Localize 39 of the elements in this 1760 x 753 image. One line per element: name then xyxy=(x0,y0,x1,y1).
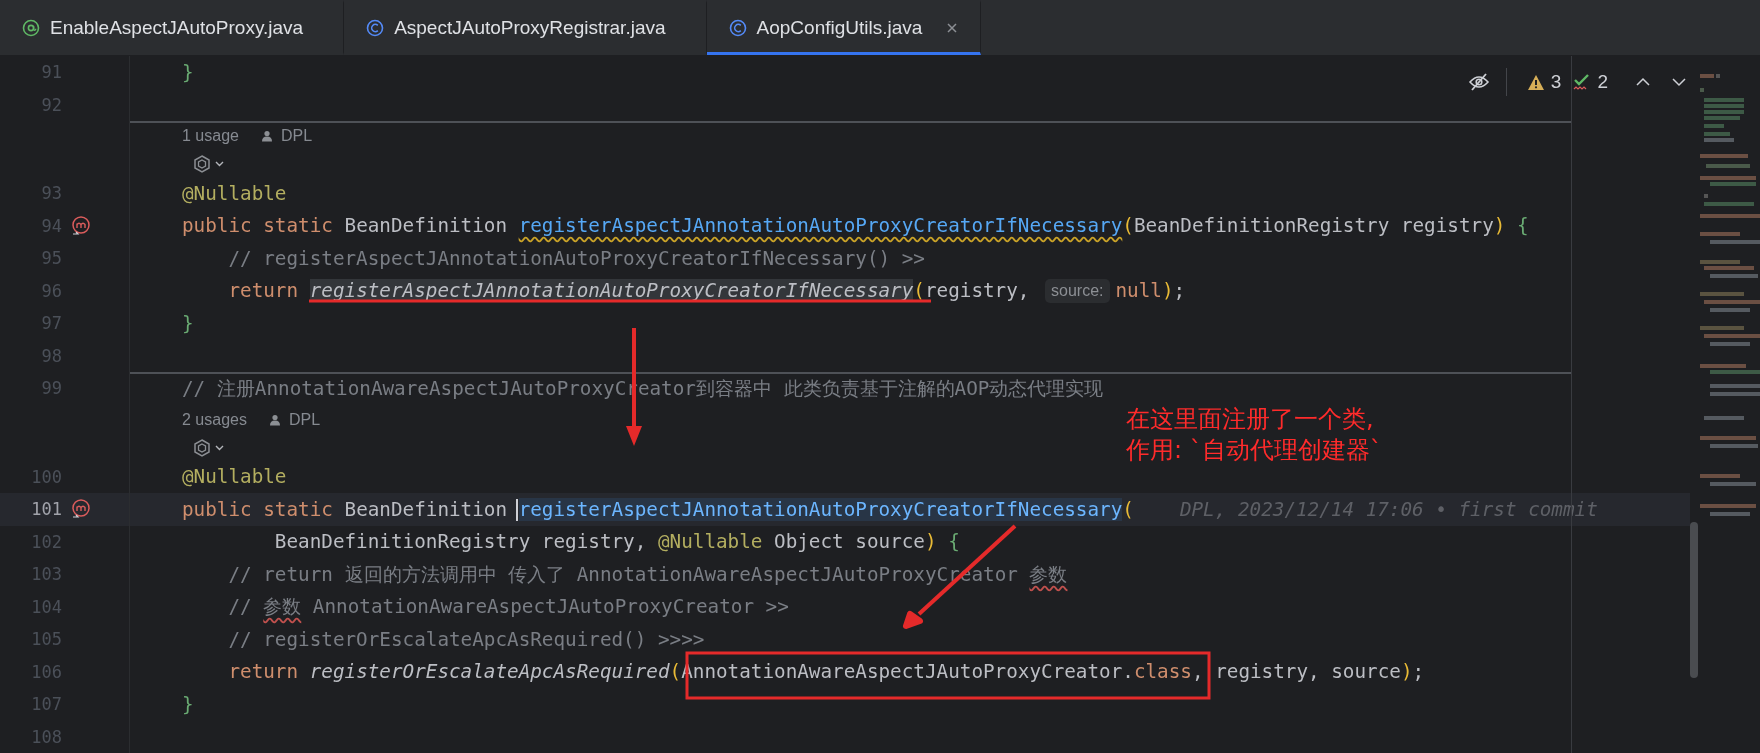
editor-tab[interactable]: EnableAspectJAutoProxy.java xyxy=(0,0,345,55)
author-name[interactable]: DPL xyxy=(280,127,313,145)
author-name[interactable]: DPL xyxy=(288,410,321,429)
code-line: // 参数 AnnotationAwareAspectJAutoProxyCreator >> xyxy=(227,594,789,621)
code-line: null); xyxy=(1115,279,1186,303)
warning-count[interactable]: 3 xyxy=(1550,71,1562,93)
code-line: } xyxy=(182,60,194,84)
code-line: @Nullable xyxy=(182,181,287,205)
previous-highlight-icon[interactable] xyxy=(1636,77,1650,87)
usages-link[interactable]: 2 usages xyxy=(182,410,247,429)
code-line: } xyxy=(182,692,194,716)
code-line: BeanDefinitionRegistry registry, @Nullable Object source) { xyxy=(273,530,960,554)
annotation-type-icon xyxy=(22,18,40,37)
class-icon xyxy=(728,18,747,37)
editor-tab[interactable]: AspectJAutoProxyRegistrar.java xyxy=(344,0,707,55)
close-icon[interactable] xyxy=(946,21,959,34)
method-marker-icon[interactable] xyxy=(70,214,92,237)
hidden-eye-icon[interactable] xyxy=(1467,73,1490,91)
next-highlight-icon[interactable] xyxy=(1672,77,1686,87)
code-line: // registerAspectJAnnotationAutoProxyCreatorIfNecessary() >> xyxy=(227,246,925,270)
code-line: @Nullable xyxy=(182,465,287,489)
line-number: 101 xyxy=(30,499,62,520)
editor-tab[interactable]: AopConfigUtils.java xyxy=(706,0,982,55)
author-icon xyxy=(268,413,281,426)
code-line: } xyxy=(182,311,194,335)
parameter-hint: source: xyxy=(1045,278,1110,303)
scrollbar-thumb[interactable] xyxy=(1690,522,1698,678)
code-line: // registerOrEscalateApcAsRequired() >>>> xyxy=(227,627,705,651)
warning-icon[interactable] xyxy=(1526,73,1545,91)
method-marker-icon[interactable] xyxy=(70,498,92,521)
typo-count[interactable]: 2 xyxy=(1597,71,1608,93)
code-line: public static BeanDefinition registerAspectJAnnotationAutoProxyCreatorIfNecessary( xyxy=(182,497,1134,521)
author-icon xyxy=(260,130,273,142)
annotation-note: 在这里面注册了一个类, 作用: `自动代理创建器` xyxy=(1126,404,1382,466)
blame-annotation: DPL, 2023/12/14 17:06 • first commit xyxy=(1179,497,1598,521)
class-icon xyxy=(366,18,385,37)
code-line: public static BeanDefinition registerAspectJAnnotationAutoProxyCreatorIfNecessary(BeanDefinitionRegistry registry) { xyxy=(182,214,1529,238)
typo-check-icon[interactable] xyxy=(1573,73,1592,91)
usages-link[interactable]: 1 usage xyxy=(182,127,239,145)
